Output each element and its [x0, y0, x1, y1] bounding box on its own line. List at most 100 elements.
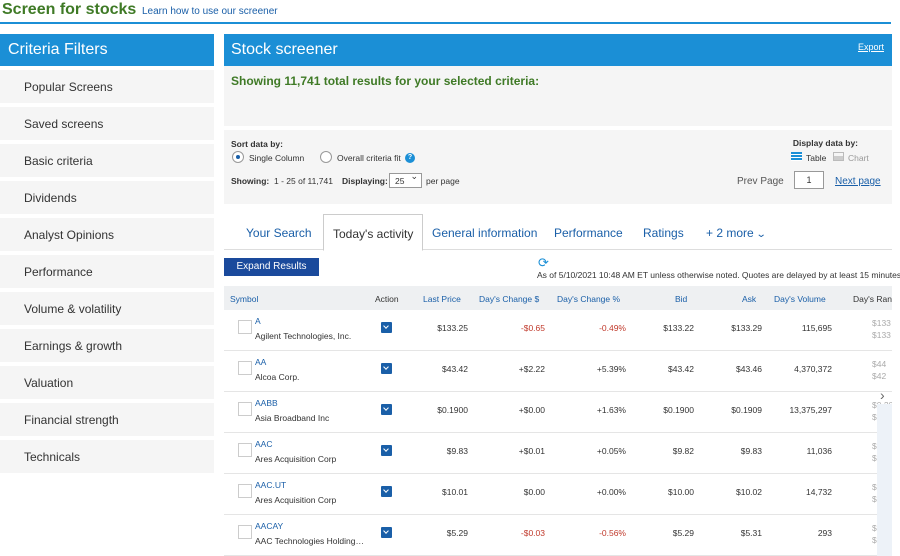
row-symbol-link[interactable]: AAC.UT [255, 480, 286, 490]
prev-page-button[interactable]: Prev Page [737, 176, 784, 187]
row-vol: 115,695 [801, 323, 832, 333]
sidebar-item-valuation[interactable]: Valuation [0, 366, 214, 399]
sidebar-item-volume-volatility[interactable]: Volume & volatility [0, 292, 214, 325]
expand-results-button[interactable]: Expand Results [224, 258, 319, 276]
row-company-name: Alcoa Corp. [255, 372, 300, 382]
tab-your-search[interactable]: Your Search [246, 226, 312, 240]
col-symbol[interactable]: Symbol [230, 294, 258, 304]
row-pct: +0.05% [596, 446, 626, 456]
row-action-dropdown[interactable] [381, 363, 392, 374]
row-action-dropdown[interactable] [381, 445, 392, 456]
row-symbol-link[interactable]: AAC [255, 439, 272, 449]
sidebar-item-basic-criteria[interactable]: Basic criteria [0, 144, 214, 177]
stock-screener-panel: Stock screener Export Showing 11,741 tot… [224, 34, 900, 556]
scroll-right-icon[interactable]: › [880, 387, 885, 403]
row-action-dropdown[interactable] [381, 322, 392, 333]
row-vol: 14,732 [806, 487, 832, 497]
page-number-input[interactable]: 1 [794, 171, 824, 189]
col-days-range[interactable]: Day's Ran [853, 294, 892, 304]
page-title: Screen for stocks [2, 1, 137, 18]
display-title: Display data by: [792, 138, 858, 148]
table-view-icon[interactable] [791, 152, 802, 161]
col-days-change-dollar[interactable]: Day's Change $ [479, 294, 539, 304]
tab-ratings[interactable]: Ratings [643, 226, 684, 240]
sidebar-item-earnings-growth[interactable]: Earnings & growth [0, 329, 214, 362]
row-bid: $10.00 [668, 487, 694, 497]
sidebar-item-financial-strength[interactable]: Financial strength [0, 403, 214, 436]
displaying-label: Displaying: [342, 176, 388, 186]
tab-todays-activity[interactable]: Today's activity [323, 214, 424, 251]
screener-header: Stock screener Export [224, 34, 892, 66]
sidebar-item-technicals[interactable]: Technicals [0, 440, 214, 473]
page-header: Screen for stocks Learn how to use our s… [0, 0, 891, 24]
chevron-down-icon: ⌄ [755, 229, 767, 240]
refresh-icon[interactable]: ⟳ [538, 255, 549, 271]
table-view-label[interactable]: Table [806, 153, 826, 163]
sort-title: Sort data by: [231, 139, 283, 149]
table-row: AA Alcoa Corp. $43.42 +$2.22 +5.39% $43.42 $43… [224, 351, 892, 392]
sidebar-item-saved-screens[interactable]: Saved screens [0, 107, 214, 140]
row-chg: +$2.22 [518, 364, 545, 374]
row-company-name: Agilent Technologies, Inc. [255, 331, 352, 341]
per-page-label: per page [426, 176, 460, 186]
row-select-checkbox[interactable] [238, 443, 252, 457]
row-action-dropdown[interactable] [381, 486, 392, 497]
row-select-checkbox[interactable] [238, 361, 252, 375]
row-pct: +5.39% [596, 364, 626, 374]
overall-fit-radio[interactable] [320, 151, 332, 163]
tab-more[interactable]: + 2 more ⌄ [706, 226, 767, 240]
row-symbol-link[interactable]: A [255, 316, 261, 326]
row-bid: $0.1900 [663, 405, 694, 415]
sidebar-item-performance[interactable]: Performance [0, 255, 214, 288]
sidebar-item-popular-screens[interactable]: Popular Screens [0, 70, 214, 103]
row-bid: $5.29 [672, 528, 694, 538]
next-page-link[interactable]: Next page [835, 176, 881, 187]
col-action: Action [375, 294, 399, 304]
row-company-name: Asia Broadband Inc [255, 413, 330, 423]
row-chg: +$0.01 [518, 446, 545, 456]
screener-tabs: Your Search Today's activity General inf… [224, 214, 892, 251]
sidebar-item-analyst-opinions[interactable]: Analyst Opinions [0, 218, 214, 251]
row-ask: $5.31 [740, 528, 762, 538]
sidebar-title: Criteria Filters [0, 34, 214, 66]
single-column-radio[interactable] [232, 151, 244, 163]
help-icon[interactable]: ? [405, 153, 415, 163]
tab-general-information[interactable]: General information [432, 226, 537, 240]
row-ask: $10.02 [736, 487, 762, 497]
row-select-checkbox[interactable] [238, 525, 252, 539]
row-bid: $133.22 [663, 323, 694, 333]
row-last: $133.25 [437, 323, 468, 333]
chart-view-label[interactable]: Chart [848, 153, 869, 163]
horizontal-scroll-track[interactable] [877, 404, 892, 556]
row-symbol-link[interactable]: AACAY [255, 521, 283, 531]
table-body: A Agilent Technologies, Inc. $133.25 -$0.65… [224, 310, 892, 556]
sidebar-item-dividends[interactable]: Dividends [0, 181, 214, 214]
overall-fit-label: Overall criteria fit [337, 153, 401, 163]
row-symbol-link[interactable]: AABB [255, 398, 278, 408]
row-select-checkbox[interactable] [238, 320, 252, 334]
row-select-checkbox[interactable] [238, 402, 252, 416]
table-row: A Agilent Technologies, Inc. $133.25 -$0.65… [224, 310, 892, 351]
row-vol: 11,036 [806, 446, 832, 456]
single-column-label: Single Column [249, 153, 305, 163]
col-bid[interactable]: Bid [675, 294, 687, 304]
row-ask: $43.46 [736, 364, 762, 374]
chart-view-icon[interactable] [833, 152, 844, 161]
row-action-dropdown[interactable] [381, 404, 392, 415]
col-ask[interactable]: Ask [742, 294, 756, 304]
export-link[interactable]: Export [858, 42, 884, 52]
col-days-volume[interactable]: Day's Volume [774, 294, 826, 304]
table-row: AACAY AAC Technologies Holdings ... $5.29 -… [224, 515, 892, 556]
col-days-change-pct[interactable]: Day's Change % [557, 294, 620, 304]
row-last: $10.01 [442, 487, 468, 497]
results-table: Symbol Action Last Price Day's Change $ … [224, 286, 892, 556]
screener-help-link[interactable]: Learn how to use our screener [142, 6, 278, 17]
row-select-checkbox[interactable] [238, 484, 252, 498]
row-symbol-link[interactable]: AA [255, 357, 266, 367]
row-action-dropdown[interactable] [381, 527, 392, 538]
per-page-select[interactable]: 25 [389, 171, 422, 188]
row-range-high: $44 [872, 359, 887, 369]
col-last-price[interactable]: Last Price [423, 294, 461, 304]
tab-performance[interactable]: Performance [554, 226, 623, 240]
row-chg: +$0.00 [518, 405, 545, 415]
